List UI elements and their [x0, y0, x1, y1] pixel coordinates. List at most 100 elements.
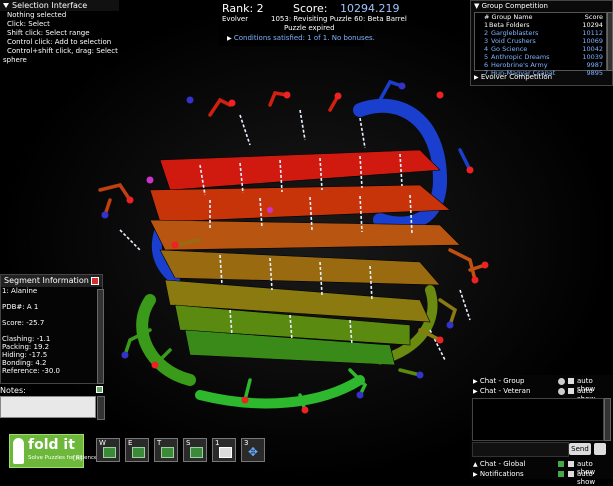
collapse-triangle-icon[interactable] [3, 3, 9, 8]
chat-info-icon[interactable] [558, 378, 565, 385]
segment-info-header: Segment Information [1, 275, 102, 287]
chat-settings-button[interactable] [594, 443, 606, 455]
recipe-icon [219, 447, 232, 458]
notes-scrollbar[interactable] [97, 396, 105, 420]
chat-input[interactable] [472, 442, 569, 457]
segment-info-scrollbar[interactable] [97, 289, 104, 384]
selection-interface-panel: Selection Interface Nothing selected Cli… [0, 0, 119, 66]
foldit-figure-icon [13, 438, 24, 464]
score-label: Score: [293, 2, 328, 15]
segment-info-title: Segment Information [4, 276, 89, 285]
puzzle-status: Puzzle expired [284, 24, 335, 32]
group-table: # Group Name Score 1 Beta Folders 10294 … [474, 12, 607, 77]
group-competition-header[interactable]: ▼ Group Competition [474, 2, 548, 10]
move-arrows-icon: ✥ [248, 445, 259, 459]
table-row[interactable]: 6 Herobrine's Army 9987 [475, 61, 606, 69]
segment-info-line: Reference: -30.0 [2, 367, 60, 375]
group-rank: 4 [484, 45, 489, 53]
group-rank: 1 [484, 21, 489, 29]
send-button[interactable]: Send [569, 443, 591, 455]
segment-info-line: Hiding: -17.5 [2, 351, 48, 359]
selection-help-text: Nothing selected Click: Select Shift cli… [0, 11, 119, 65]
group-competition-title: Group Competition [481, 2, 548, 10]
collapse-triangle-icon[interactable]: ▼ [474, 2, 479, 10]
notes-input[interactable] [0, 396, 96, 418]
wiggle-button[interactable]: W [96, 438, 120, 462]
group-table-scrollbar[interactable] [607, 12, 613, 71]
evolver-competition-title: Evolver Competition [480, 73, 553, 81]
chat-scrollbar[interactable] [604, 398, 611, 441]
group-name: Void Crushers [491, 37, 536, 45]
segment-info-line: 1: Alanine [2, 287, 38, 295]
notes-icon[interactable] [96, 386, 103, 393]
group-rank: 6 [484, 61, 489, 69]
hotkey-label: T [157, 439, 162, 447]
rank-label: Rank: 2 [222, 2, 264, 15]
table-row[interactable]: 4 Go Science 10042 [475, 45, 606, 53]
selection-line: Shift click: Select range [7, 29, 90, 37]
auto-show-checkbox[interactable] [568, 388, 574, 394]
conditions-text: Conditions satisfied: 1 of 1. No bonuses… [233, 34, 375, 42]
group-rank: 5 [484, 53, 489, 61]
group-name: Anthropic Dreams [491, 53, 550, 61]
notifications-status-icon [558, 471, 564, 477]
sidechain-button[interactable]: S [183, 438, 207, 462]
selection-line: Click: Select [7, 20, 50, 28]
expand-triangle-icon[interactable]: ▶ [227, 35, 232, 42]
conditions-row[interactable]: ▶ Conditions satisfied: 1 of 1. No bonus… [227, 34, 375, 42]
hotkey-label: S [186, 439, 191, 447]
chat-status-icon [558, 461, 564, 467]
recipe-button[interactable]: 1 [212, 438, 236, 462]
close-icon[interactable] [91, 277, 99, 285]
move-button[interactable]: 3 ✥ [241, 438, 265, 462]
segment-info-line [2, 327, 102, 335]
chat-group-label: Chat - Group [479, 377, 525, 385]
expand-triangle-icon[interactable]: ▶ [474, 74, 479, 81]
chat-info-icon[interactable] [558, 388, 565, 395]
evolver-competition-header[interactable]: ▶ Evolver Competition [474, 73, 552, 81]
chat-group-tab[interactable]: ▶ Chat - Group [473, 377, 525, 385]
segment-info-line [2, 295, 102, 303]
table-row[interactable]: 5 Anthropic Dreams 10039 [475, 53, 606, 61]
auto-show-checkbox[interactable] [568, 471, 574, 477]
wiggle-icon [103, 447, 116, 458]
column-header-score: Score [584, 13, 603, 21]
table-row[interactable]: 2 Gargleblasters 10112 [475, 29, 606, 37]
group-score: 10294 [582, 21, 603, 29]
group-name: Go Science [491, 45, 528, 53]
chat-global-label: Chat - Global [479, 460, 526, 468]
group-score: 10112 [582, 29, 603, 37]
auto-show-checkbox[interactable] [568, 378, 574, 384]
chat-message-area[interactable] [472, 398, 604, 441]
group-competition-panel: ▼ Group Competition # Group Name Score 1… [470, 0, 613, 86]
chat-global-tab[interactable]: ▲ Chat - Global [473, 460, 526, 468]
foldit-logo[interactable]: fold it Solve Puzzles for Science [H] [9, 434, 97, 468]
puzzle-name: 1053: Revisiting Puzzle 60: Beta Barrel [271, 15, 407, 23]
notifications-tab[interactable]: ▶ Notifications [473, 470, 524, 478]
tweak-button[interactable]: T [154, 438, 178, 462]
selection-line: Control click: Add to selection [7, 38, 112, 46]
table-header-row: # Group Name Score [475, 13, 606, 21]
logo-text: fold it [28, 437, 75, 453]
group-rank: 2 [484, 29, 489, 37]
chat-panel: ▶ Chat - Group auto show ▶ Chat - Vetera… [470, 375, 613, 486]
chat-veteran-tab[interactable]: ▶ Chat - Veteran [473, 387, 530, 395]
table-row[interactable]: 1 Beta Folders 10294 [475, 21, 606, 29]
group-score: 9895 [586, 69, 603, 77]
tweak-icon [161, 447, 174, 458]
column-header-name: # Group Name [484, 13, 533, 21]
segment-info-line: PDB#: A 1 [2, 303, 39, 311]
hotkey-label: E [128, 439, 133, 447]
auto-show-checkbox[interactable] [568, 461, 574, 467]
sidechain-icon [190, 447, 203, 458]
table-row[interactable]: 3 Void Crushers 10069 [475, 37, 606, 45]
selection-line: Nothing selected [7, 11, 67, 19]
selection-panel-header[interactable]: Selection Interface [0, 0, 119, 11]
shake-button[interactable]: E [125, 438, 149, 462]
auto-show-label: auto show [577, 470, 596, 486]
group-score: 9987 [586, 61, 603, 69]
notes-label: Notes: [0, 386, 26, 395]
group-score: 10039 [582, 53, 603, 61]
segment-information-panel: Segment Information 1: Alanine PDB#: A 1… [0, 274, 104, 384]
score-value: 10294.219 [340, 2, 400, 15]
